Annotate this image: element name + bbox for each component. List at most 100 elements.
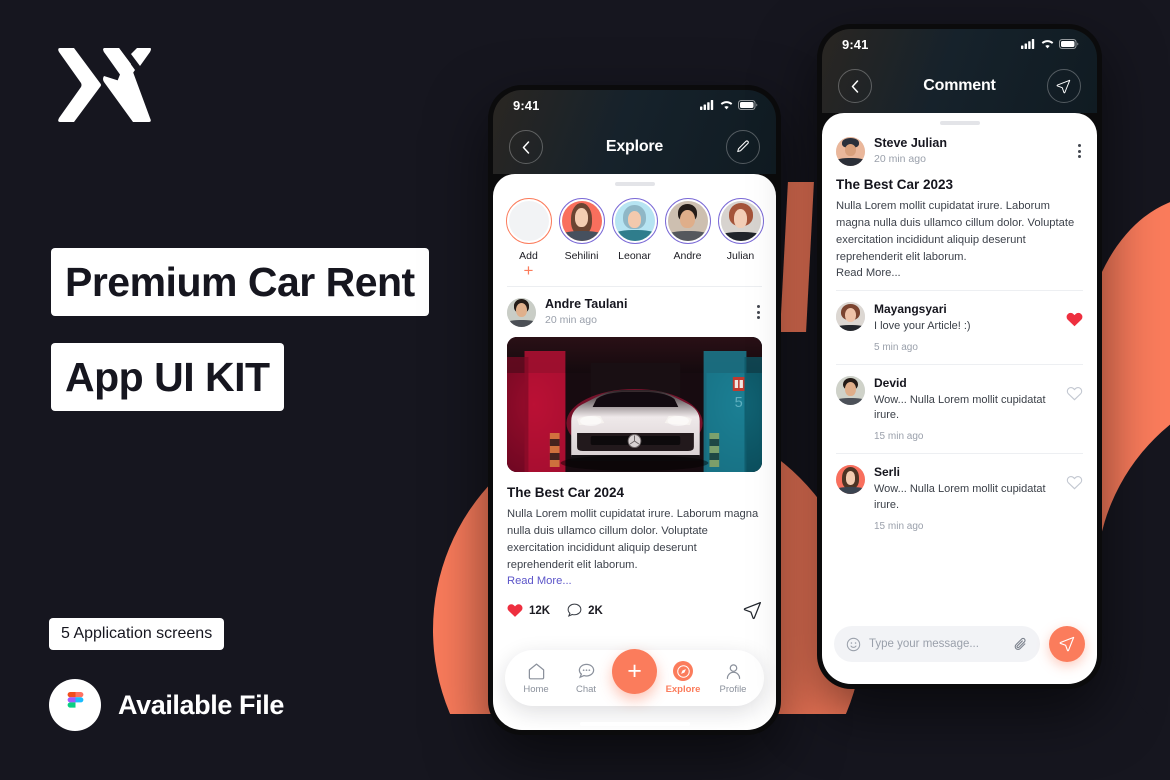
phone-mockup-explore: 9:41 Explore Add + Sehilini Leonar Andre… [488,85,781,735]
avatar[interactable] [507,297,536,327]
tab-label: Chat [575,683,597,695]
wifi-icon [1041,40,1054,49]
send-message-button[interactable] [1049,626,1085,662]
avatar[interactable] [836,136,865,166]
status-bar: 9:41 [493,90,776,120]
home-indicator[interactable] [904,676,1015,680]
more-vertical-icon[interactable] [1076,140,1083,162]
chat-bubble-icon [578,663,594,678]
story-ring [717,198,764,244]
back-button[interactable] [838,69,872,103]
chevron-left-icon [851,79,859,93]
like-button[interactable] [1066,302,1083,332]
edit-pencil-icon [737,140,749,153]
story-label: Sehilini [564,250,599,262]
edit-button[interactable] [725,130,760,164]
send-icon [1059,636,1075,652]
explore-navbar: Explore [493,120,776,174]
status-time: 9:41 [513,97,540,113]
status-bar: 9:41 [822,29,1097,59]
tab-home[interactable]: Home [512,662,560,695]
comment-row: Mayangsyari I love your Article! :) 5 mi… [822,291,1097,353]
chevron-shape-2 [101,46,151,124]
person-icon [726,663,740,679]
like-action[interactable]: 12K [507,603,550,618]
post-body: Nulla Lorem mollit cupidatat irure. Labo… [507,508,759,572]
story-ring [558,198,605,244]
available-file-row: Available File [49,679,284,731]
story-item-andre[interactable]: Andre [663,198,712,277]
like-button[interactable] [1066,376,1083,406]
comment-content: Mayangsyari I love your Article! :) 5 mi… [874,302,1057,353]
post-timestamp: 20 min ago [545,313,597,326]
promo-title-line-1: Premium Car Rent [51,248,429,316]
comment-text: I love your Article! :) [874,319,971,332]
tab-profile[interactable]: Profile [709,662,757,695]
post-actions: 12K 2K [507,601,762,620]
avatar [561,201,602,241]
tab-chat[interactable]: Chat [562,662,610,695]
read-more-link[interactable]: Read More... [836,267,1083,279]
add-story-avatar [508,201,549,241]
avatar[interactable] [836,302,865,332]
cellular-icon [1021,39,1035,49]
read-more-link[interactable]: Read More... [507,575,762,587]
available-file-label: Available File [118,689,284,720]
message-bar: Type your message... [822,626,1097,662]
figma-icon [49,679,101,731]
share-button[interactable] [1046,69,1081,103]
status-icons [700,100,758,110]
comment-sheet: Steve Julian 20 min ago The Best Car 202… [822,113,1097,684]
add-plus-icon[interactable]: + [524,262,534,279]
explore-sheet: Add + Sehilini Leonar Andre Julian Andre… [493,174,776,730]
post-timestamp: 20 min ago [874,152,926,165]
comment-author: Mayangsyari [874,302,947,317]
like-button[interactable] [1066,465,1083,495]
avatar[interactable] [836,375,865,405]
comment-navbar: Comment [822,59,1097,113]
tab-explore[interactable]: Explore [659,661,707,695]
explore-screen: 9:41 Explore Add + Sehilini Leonar Andre… [493,90,776,730]
comment-timestamp: 15 min ago [874,431,924,443]
battery-icon [738,100,758,110]
poster-canvas: Premium Car Rent App UI KIT 5 Applicatio… [0,0,1170,780]
chevron-left-icon [522,140,530,154]
story-item-add[interactable]: Add + [504,198,553,279]
comment-list: Steve Julian 20 min ago The Best Car 202… [822,125,1097,684]
avatar[interactable] [836,465,865,495]
comment-header: 9:41 Comment [822,29,1097,113]
story-ring [664,198,711,244]
comment-screen: 9:41 Comment Steve Julian 20 min ago The… [822,29,1097,684]
plus-icon: + [627,657,642,685]
phone-mockup-comment: 9:41 Comment Steve Julian 20 min ago The… [817,24,1102,689]
comment-timestamp: 5 min ago [874,341,918,353]
stories-row[interactable]: Add + Sehilini Leonar Andre Julian [493,186,776,279]
message-input[interactable]: Type your message... [834,626,1040,662]
story-label: Andre [673,250,702,262]
back-button[interactable] [509,130,543,164]
story-item-leonar[interactable]: Leonar [610,198,659,277]
post-author: Andre Taulani [545,297,628,311]
story-label: Julian [726,250,755,262]
story-item-julian[interactable]: Julian [716,198,765,277]
post-meta: Steve Julian 20 min ago [874,136,1067,166]
promo-title-line-2: App UI KIT [51,343,284,411]
post-header: Steve Julian 20 min ago [836,136,1083,166]
create-post-fab[interactable]: + [612,648,657,694]
share-action[interactable] [743,601,762,620]
comment-text: Wow... Nulla Lorem mollit cupidatat irur… [874,393,1046,422]
post-image-white-car-in-garage[interactable]: 5 [507,337,762,473]
avatar [667,201,708,241]
home-icon [528,662,544,679]
like-count: 12K [529,604,551,617]
compass-icon [673,661,693,681]
comment-count: 2K [588,604,603,617]
post-title: The Best Car 2024 [507,485,625,501]
post-meta: Andre Taulani 20 min ago [545,297,746,327]
comment-text: Wow... Nulla Lorem mollit cupidatat irur… [874,482,1046,511]
story-item-sehilini[interactable]: Sehilini [557,198,606,277]
home-indicator[interactable] [579,722,690,726]
bottom-tab-bar: Home Chat + Explore Profile [505,648,764,706]
more-vertical-icon[interactable] [755,301,762,323]
comment-action[interactable]: 2K [567,603,603,618]
